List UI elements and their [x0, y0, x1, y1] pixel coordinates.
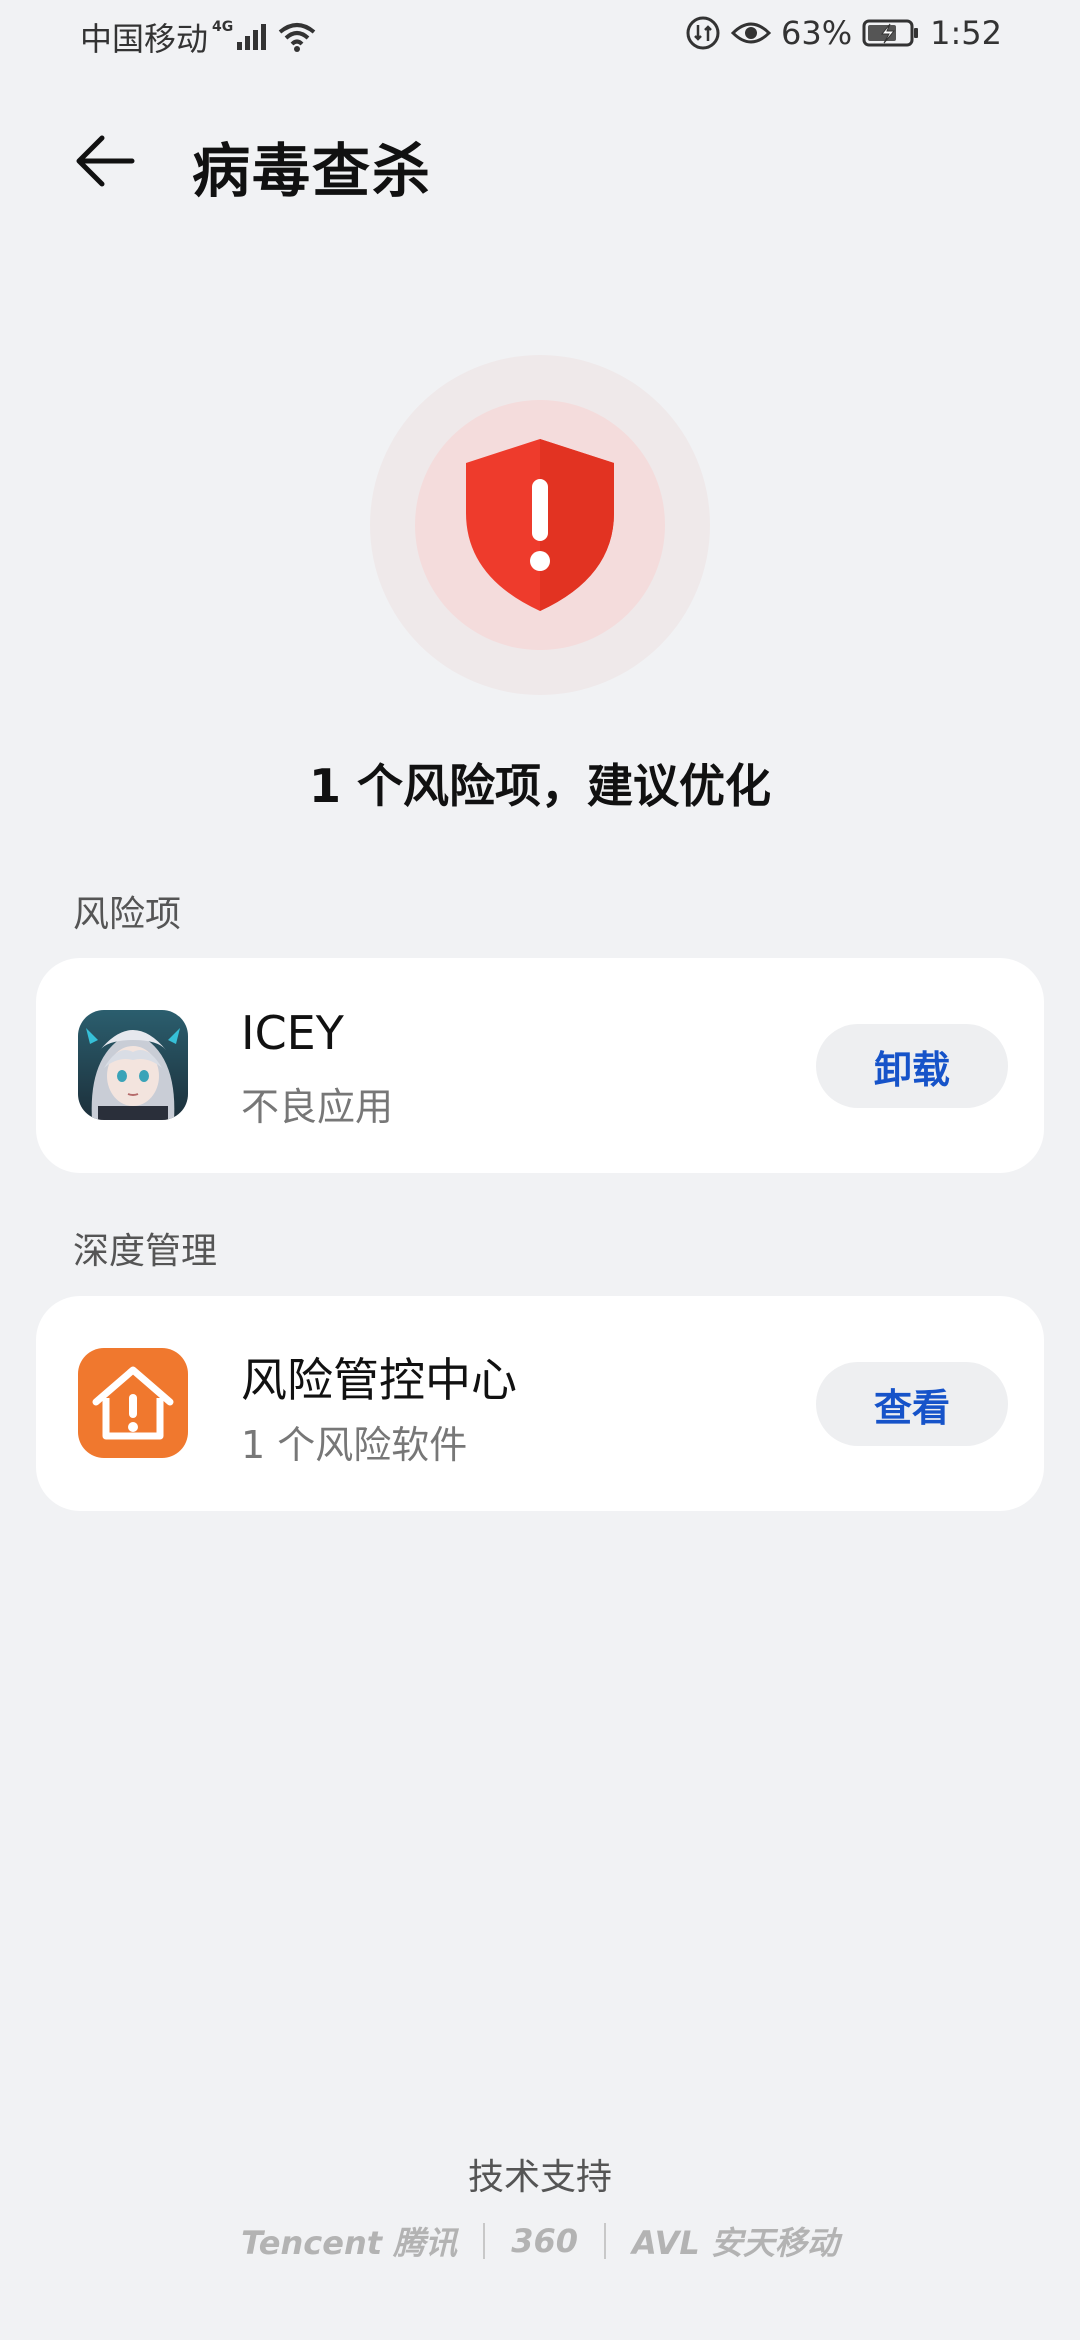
risk-control-app-icon: [78, 1348, 188, 1458]
risk-item-card[interactable]: ICEY 不良应用 卸载: [36, 958, 1044, 1173]
risk-section-label: 风险项: [73, 894, 182, 935]
partner-360: 360: [511, 2222, 578, 2260]
scan-summary: 1 个风险项，建议优化: [308, 759, 772, 813]
risk-shield-graphic: [370, 355, 710, 695]
carrier-name: 中国移动: [80, 20, 209, 58]
uninstall-button[interactable]: 卸载: [816, 1024, 1008, 1108]
status-right: 63% 1:52: [685, 14, 1002, 52]
back-button[interactable]: [70, 126, 140, 196]
anime-avatar-icon: [78, 1010, 188, 1120]
data-saver-icon: [686, 16, 720, 50]
status-bar: 中国移动 4G 63% 1:52: [0, 0, 1080, 72]
home-warning-icon: [78, 1348, 188, 1458]
deep-management-section-label: 深度管理: [73, 1231, 218, 1272]
battery-percent: 63%: [781, 14, 853, 52]
tech-support-label: 技术支持: [467, 2157, 612, 2198]
app-header: 病毒查杀: [0, 110, 1080, 210]
clock: 1:52: [930, 14, 1002, 52]
partner-avl: AVL 安天移动: [631, 2224, 839, 2262]
network-type: 4G: [212, 19, 234, 35]
view-button[interactable]: 查看: [816, 1362, 1008, 1446]
signal-icon: [237, 24, 267, 50]
eye-comfort-icon: [731, 22, 772, 44]
icey-app-icon: [78, 1010, 188, 1120]
back-arrow-icon: [76, 135, 135, 187]
risk-app-desc: 不良应用: [241, 1085, 394, 1129]
warning-shield-icon: [466, 439, 614, 611]
battery-icon: [862, 19, 919, 47]
risk-control-center-card[interactable]: 风险管控中心 1 个风险软件 查看: [36, 1296, 1044, 1511]
risk-control-desc: 1 个风险软件: [241, 1423, 468, 1467]
risk-app-name: ICEY: [241, 1006, 344, 1060]
wifi-icon: [278, 23, 316, 52]
page-title: 病毒查杀: [192, 137, 433, 205]
status-left: 中国移动 4G: [80, 14, 317, 60]
risk-control-title: 风险管控中心: [241, 1353, 517, 1407]
partner-tencent: Tencent 腾讯: [241, 2224, 458, 2262]
partner-logos: Tencent 腾讯 360 AVL 安天移动: [0, 2218, 1080, 2264]
